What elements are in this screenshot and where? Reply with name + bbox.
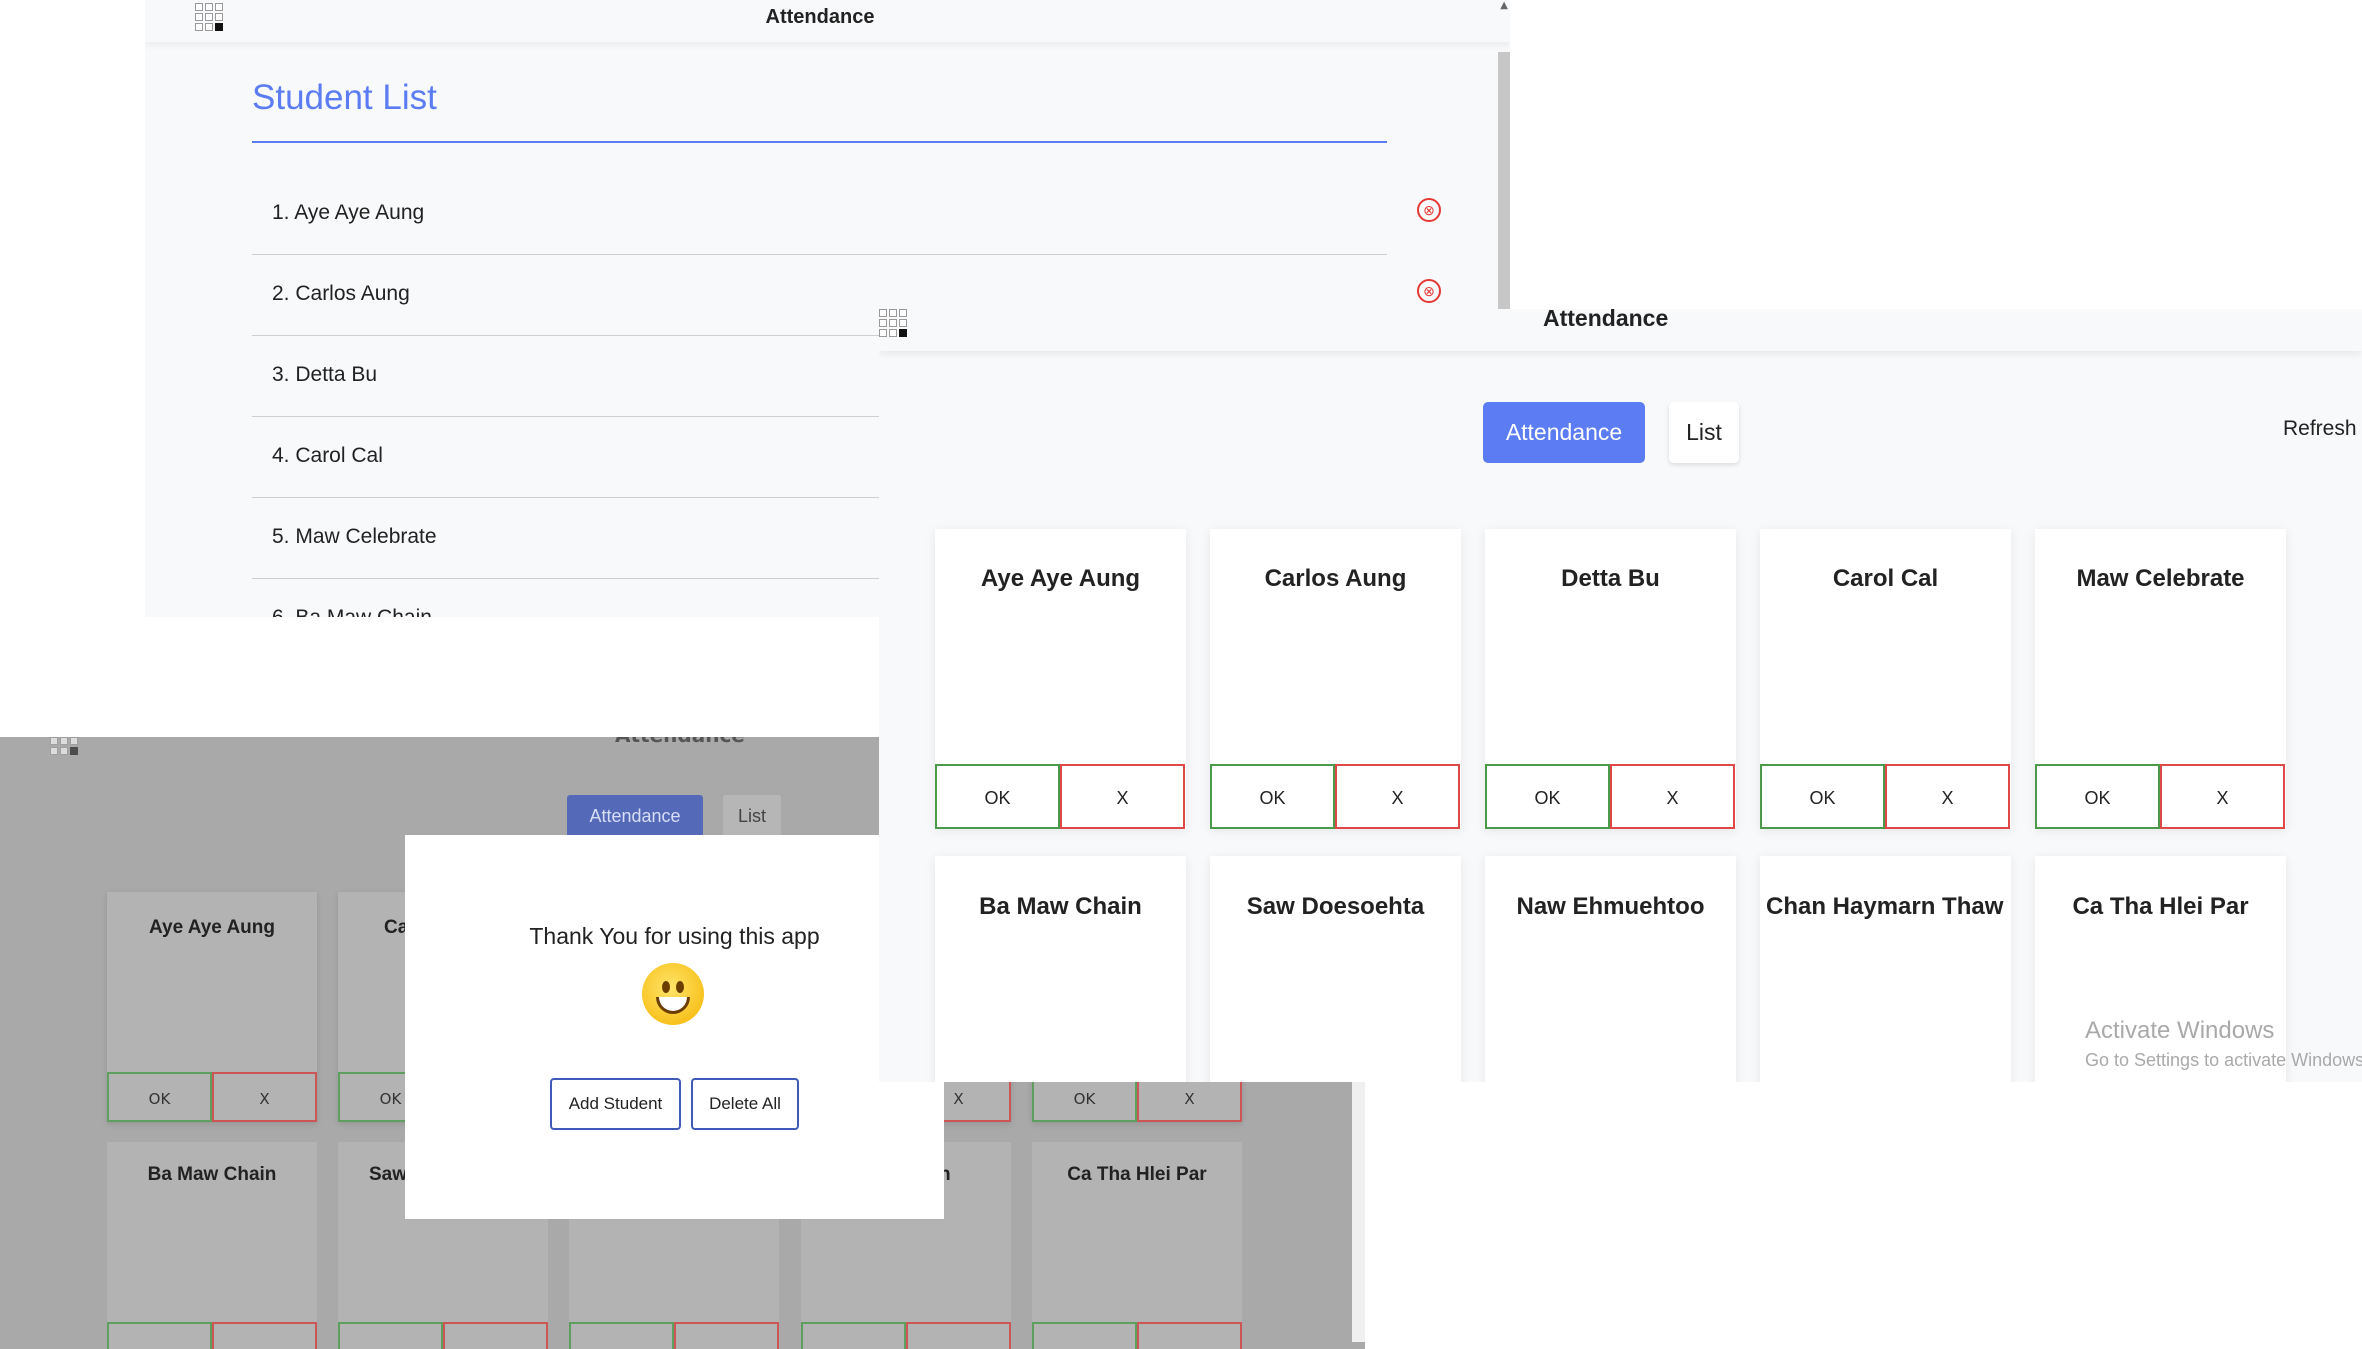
absent-button[interactable] <box>1137 1322 1242 1349</box>
student-name: 3. Detta Bu <box>272 363 378 386</box>
tab-attendance[interactable]: Attendance <box>1483 402 1645 463</box>
delete-circle-icon[interactable]: ⊗ <box>1417 279 1441 303</box>
app-logo-icon <box>50 737 78 755</box>
delete-all-button[interactable]: Delete All <box>691 1078 799 1130</box>
modal-message: Thank You for using this app <box>529 923 820 949</box>
title-divider <box>252 141 1387 143</box>
student-card-name: Ca Tha Hlei Par <box>1067 1164 1207 1185</box>
student-card: Ba Maw Chain <box>935 856 1186 1082</box>
activate-windows-watermark: Activate Windows <box>2085 1017 2275 1044</box>
student-card-name: Naw Ehmuehtoo <box>1516 893 1705 920</box>
delete-circle-icon[interactable]: ⊗ <box>1417 198 1441 222</box>
tab-attendance[interactable]: Attendance <box>567 795 703 837</box>
student-card-name: Carlos Aung <box>1264 565 1407 592</box>
student-card: Aye Aye Aung OK X <box>935 529 1186 829</box>
scrollbar-thumb[interactable] <box>1498 52 1510 312</box>
ok-button[interactable] <box>569 1322 674 1349</box>
student-card: Carlos Aung OK X <box>1210 529 1461 829</box>
ok-button[interactable] <box>338 1322 443 1349</box>
student-card-name: Ba Maw Chain <box>147 1164 277 1185</box>
tab-list[interactable]: List <box>1669 402 1739 463</box>
absent-button[interactable]: X <box>1885 764 2010 829</box>
student-row: 1. Aye Aye Aung ⊗ <box>252 174 1441 255</box>
absent-button[interactable] <box>443 1322 548 1349</box>
student-card-name: Carol Cal <box>1832 565 1939 592</box>
app-title: Attendance <box>615 737 745 747</box>
top-navbar: Attendance <box>879 309 2362 351</box>
ok-button[interactable]: OK <box>1210 764 1335 829</box>
student-card-name: Aye Aye Aung <box>980 565 1141 592</box>
student-name: 1. Aye Aye Aung <box>272 201 425 224</box>
student-card: Ca Tha Hlei Par <box>1032 1142 1242 1349</box>
absent-button[interactable] <box>212 1322 317 1349</box>
absent-button[interactable]: X <box>2160 764 2285 829</box>
ok-button[interactable] <box>801 1322 906 1349</box>
ok-button[interactable]: OK <box>2035 764 2160 829</box>
ok-button[interactable] <box>107 1322 212 1349</box>
student-card-name: Detta Bu <box>1561 565 1660 592</box>
student-card: Maw Celebrate OK X <box>2035 529 2286 829</box>
student-card-name: Ba Maw Chain <box>979 893 1142 920</box>
student-card-name: Saw Doesoehta <box>1246 893 1425 920</box>
student-card: Ba Maw Chain <box>107 1142 317 1349</box>
app-title: Attendance <box>1543 309 1669 331</box>
student-name: 4. Carol Cal <box>272 444 383 467</box>
student-card: Carol Cal OK X <box>1760 529 2011 829</box>
student-card-name: Ca Tha Hlei Par <box>2072 893 2249 920</box>
student-name: 6. Ba Maw Chain <box>272 606 432 617</box>
ok-button[interactable] <box>1032 1322 1137 1349</box>
student-card: Ca Tha Hlei Par <box>2035 856 2286 1082</box>
student-name: 5. Maw Celebrate <box>272 525 437 548</box>
refresh-link[interactable]: Refresh <box>2283 417 2357 441</box>
absent-button[interactable]: X <box>1610 764 1735 829</box>
ok-button[interactable]: OK <box>1485 764 1610 829</box>
student-card-name: Maw Celebrate <box>2076 565 2245 592</box>
student-card: Aye Aye Aung OK X <box>107 892 317 1122</box>
add-student-button[interactable]: Add Student <box>550 1078 681 1130</box>
absent-button[interactable]: X <box>1060 764 1185 829</box>
thank-you-modal: Thank You for using this app Add Student… <box>405 835 944 1219</box>
student-card-name: Aye Aye Aung <box>149 917 275 938</box>
tab-list[interactable]: List <box>723 795 781 837</box>
page-title: Student List <box>252 78 437 117</box>
ok-button[interactable]: OK <box>1760 764 1885 829</box>
absent-button[interactable]: X <box>212 1072 317 1122</box>
top-navbar: Attendance <box>145 0 1510 42</box>
scrollbar[interactable] <box>1352 1082 1365 1342</box>
ok-button[interactable]: OK <box>107 1072 212 1122</box>
absent-button[interactable]: X <box>1335 764 1460 829</box>
student-card: Saw Doesoehta <box>1210 856 1461 1082</box>
app-logo-icon <box>879 309 907 337</box>
activate-windows-subtext: Go to Settings to activate Windows. <box>2085 1050 2362 1070</box>
student-card-name: Chan Haymarn Thaw <box>1766 893 2004 920</box>
student-card: Detta Bu OK X <box>1485 529 1736 829</box>
ok-button[interactable]: OK <box>935 764 1060 829</box>
attendance-window: Attendance Attendance List Refresh Aye A… <box>879 309 2362 1082</box>
student-name: 2. Carlos Aung <box>272 282 410 305</box>
absent-button[interactable] <box>906 1322 1011 1349</box>
student-card: Chan Haymarn Thaw <box>1760 856 2011 1082</box>
scroll-up-icon[interactable]: ▲ <box>1500 0 1508 11</box>
grinning-face-icon <box>642 963 704 1025</box>
absent-button[interactable] <box>674 1322 779 1349</box>
app-title: Attendance <box>765 6 875 28</box>
student-card: Naw Ehmuehtoo <box>1485 856 1736 1082</box>
